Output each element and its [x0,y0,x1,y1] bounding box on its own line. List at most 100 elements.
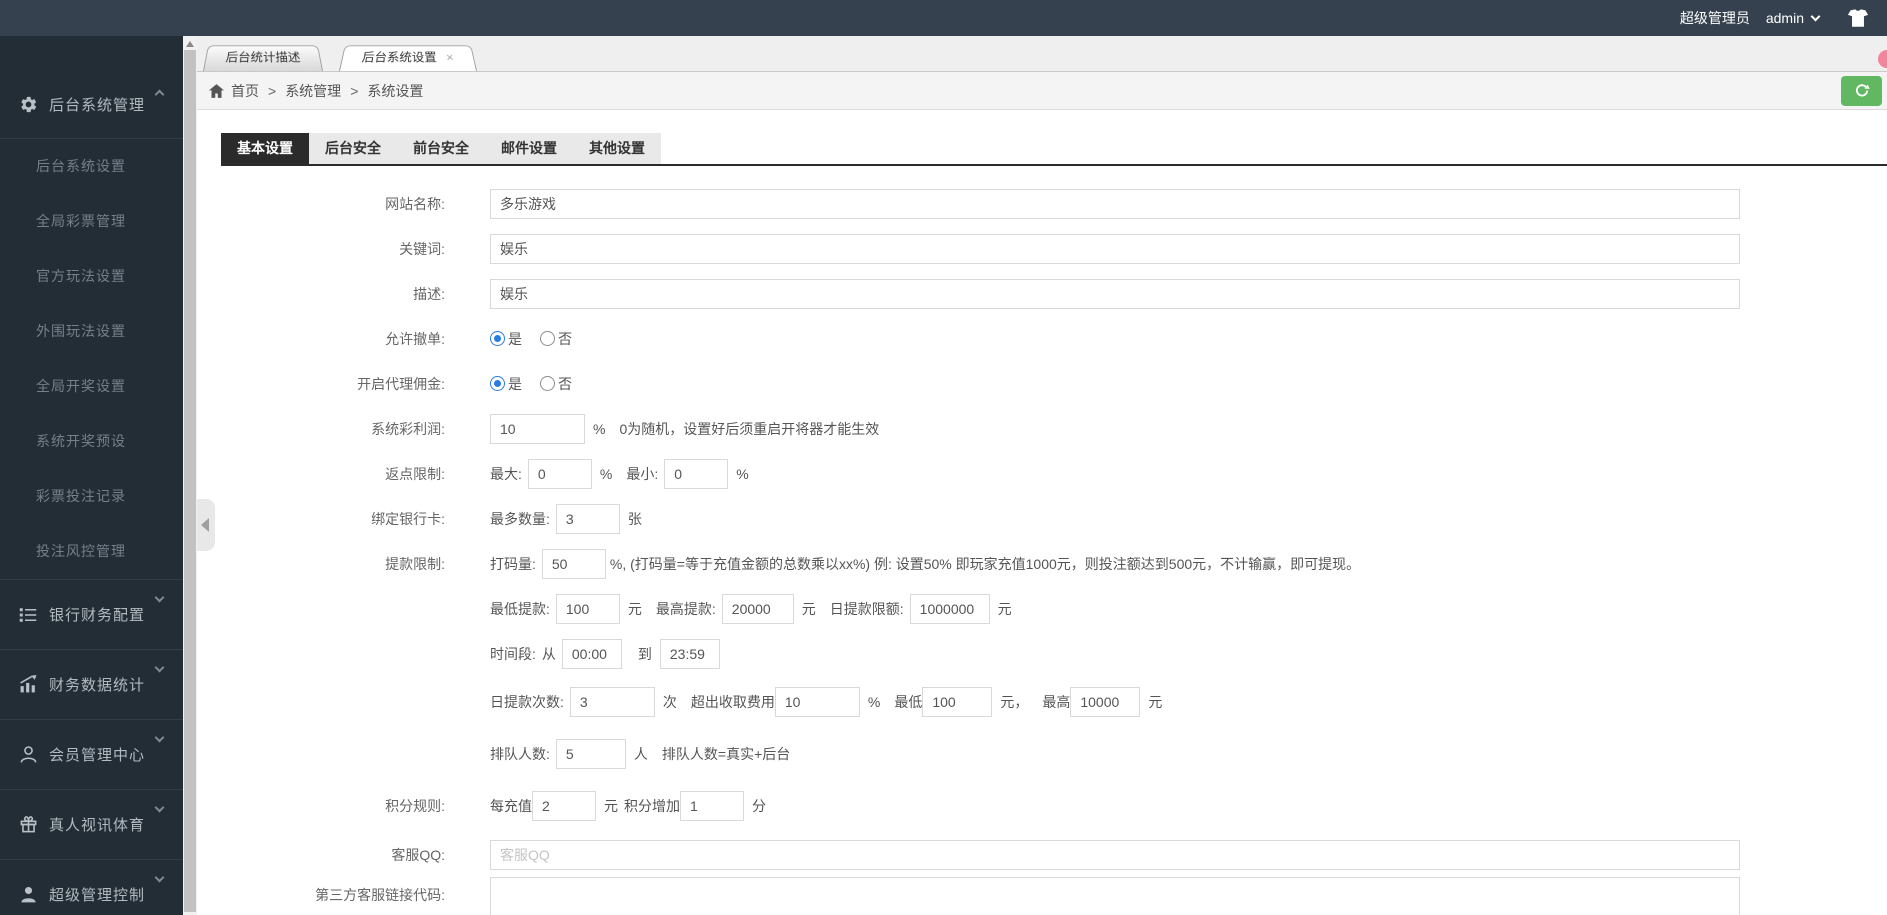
lottery-profit-input[interactable] [490,413,585,444]
third-party-code-input[interactable] [490,877,1740,915]
sidebar-item-peripheral-play[interactable]: 外围玩法设置 [0,304,183,359]
close-icon[interactable]: × [445,51,454,65]
unit-fen: 分 [752,798,766,814]
gift-icon [18,815,38,835]
numbered-list-icon [18,605,38,625]
keywords-label: 关键词: [399,240,445,257]
bank-card-qty-label: 最多数量: [490,510,550,527]
keywords-input[interactable] [490,233,1740,264]
sidebar-item-official-play[interactable]: 官方玩法设置 [0,249,183,304]
sidebar-group-bank-finance[interactable]: 银行财务配置 [0,579,183,649]
vertical-scrollbar[interactable] [183,36,197,915]
agent-commission-no-radio[interactable] [540,376,555,391]
tab-frontend-security[interactable]: 前台安全 [397,133,485,164]
sidebar-group-finance-stats[interactable]: 财务数据统计 [0,649,183,719]
allow-cancel-yes-radio[interactable] [490,331,505,346]
settings-content: 基本设置 后台安全 前台安全 邮件设置 其他设置 网站名称: 关键词: [197,110,1887,915]
dama-input[interactable] [541,548,606,579]
sidebar-item-risk-control[interactable]: 投注风控管理 [0,524,183,579]
form-row: 关键词: [197,226,1887,271]
form-row: 积分规则: 每充值 元 积分增加 分 [197,780,1887,832]
username-label: admin [1765,10,1804,26]
agent-commission-yes-radio[interactable] [490,376,505,391]
sidebar-group-super-admin[interactable]: 超级管理控制 [0,859,183,915]
sidebar-group-label: 银行财务配置 [49,607,146,624]
min-withdraw-label: 最低提款: [490,600,550,617]
unit-ren: 人 [633,746,648,762]
site-name-input[interactable] [490,188,1740,219]
fee-input[interactable] [774,687,860,717]
withdraw-limit-label: 提款限制: [385,555,445,572]
sidebar-group-label: 后台系统管理 [49,97,146,114]
form-row: 第三方客服链接代码: [197,877,1887,915]
fee-max-input[interactable] [1070,687,1141,717]
sidebar-group-member-center[interactable]: 会员管理中心 [0,719,183,789]
description-input[interactable] [490,278,1740,309]
lottery-profit-note: 0为随机，设置好后须重启开将器才能生效 [619,420,880,437]
window-tab-system-settings[interactable]: 后台系统设置 × [339,45,477,71]
queue-input[interactable] [555,739,626,769]
service-qq-input[interactable] [490,839,1740,870]
service-qq-label: 客服QQ: [391,846,445,863]
min-withdraw-input[interactable] [555,593,620,624]
sidebar-item-draw-preset[interactable]: 系统开奖预设 [0,414,183,469]
sidebar-item-backend-settings[interactable]: 后台系统设置 [0,139,183,194]
breadcrumb-home[interactable]: 首页 [231,81,259,101]
window-tab-bar: 后台统计描述 后台系统设置 × [197,36,1887,72]
fee-min-input[interactable] [922,687,993,717]
form-row: 描述: [197,271,1887,316]
rebate-min-input[interactable] [664,458,729,489]
chevron-down-icon [154,662,165,673]
sidebar-item-bet-records[interactable]: 彩票投注记录 [0,469,183,524]
window-tab-label: 后台系统设置 [361,50,438,65]
unit-yuan: 元 [604,798,618,814]
scrollbar-up-arrow[interactable] [186,41,194,47]
daily-limit-input[interactable] [909,593,990,624]
form-row: 日提款次数: 次 超出收取费用 % 最低 元， 最高 元 [197,676,1887,728]
recharge-input[interactable] [532,791,596,821]
radio-yes-label: 是 [508,330,522,347]
bank-card-qty-input[interactable] [555,503,620,534]
scrollbar-thumb[interactable] [184,50,196,912]
time-to-label: 到 [637,645,652,662]
user-menu[interactable]: admin [1766,10,1823,26]
sidebar-item-global-draw[interactable]: 全局开奖设置 [0,359,183,414]
rebate-max-input[interactable] [527,458,592,489]
max-withdraw-input[interactable] [721,593,794,624]
breadcrumb-separator: > [350,82,359,99]
tab-backend-security[interactable]: 后台安全 [309,133,397,164]
time-from-label: 从 [541,645,556,662]
daily-times-label: 日提款次数: [490,694,564,710]
fee-max-label: 最高 [1042,694,1071,710]
radio-yes-label: 是 [508,375,522,392]
tshirt-icon[interactable] [1847,8,1869,28]
daily-times-input[interactable] [569,687,655,717]
admin-backend-page: 超级管理员 admin 后台系统管理 后台系统设置 全局彩票管理 官方玩法设置 … [0,0,1887,915]
sidebar-item-global-lottery[interactable]: 全局彩票管理 [0,194,183,249]
chevron-down-icon [154,802,165,813]
rebate-max-label: 最大: [490,465,522,482]
basic-settings-form: 网站名称: 关键词: 描述: [197,181,1887,915]
time-to-input[interactable] [659,638,720,669]
queue-note: 排队人数=真实+后台 [661,746,791,762]
allow-cancel-no-radio[interactable] [540,331,555,346]
unit-percent: % [736,465,749,482]
tab-basic-settings[interactable]: 基本设置 [221,133,309,164]
sidebar-group-backend-system[interactable]: 后台系统管理 [0,71,183,139]
tab-other-settings[interactable]: 其他设置 [573,133,661,164]
queue-label: 排队人数: [490,746,550,762]
home-icon [209,83,224,98]
breadcrumb-system-management[interactable]: 系统管理 [285,81,341,101]
window-tab-stats[interactable]: 后台统计描述 [203,45,324,71]
sidebar-group-live-sports[interactable]: 真人视讯体育 [0,789,183,859]
points-add-input[interactable] [680,791,744,821]
refresh-button[interactable] [1841,76,1882,106]
max-withdraw-label: 最高提款: [655,600,716,617]
dama-note: %, (打码量=等于充值金额的总数乘以xx%) 例: 设置50% 即玩家充值10… [609,555,1361,572]
sidebar-collapse-handle[interactable] [197,499,215,551]
tab-mail-settings[interactable]: 邮件设置 [485,133,573,164]
user-outline-icon [18,745,38,765]
breadcrumb-system-settings[interactable]: 系统设置 [367,81,423,101]
points-rule-label: 积分规则: [385,798,445,814]
time-from-input[interactable] [561,638,622,669]
